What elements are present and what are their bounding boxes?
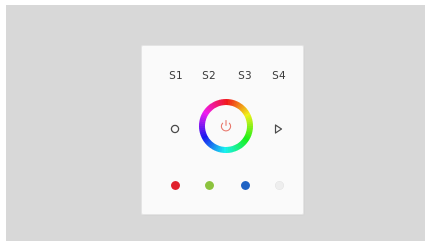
color-wheel-segment[interactable] (236, 143, 242, 150)
color-wheel-segment[interactable] (199, 129, 206, 133)
color-wheel-segment[interactable] (206, 140, 213, 147)
color-wheel-segment[interactable] (206, 105, 213, 112)
color-wheel-segment[interactable] (203, 137, 210, 144)
color-wheel-ring[interactable] (198, 98, 254, 154)
color-wheel-segment[interactable] (239, 105, 246, 112)
scene-button-s3[interactable]: S3 (233, 70, 257, 82)
color-wheel-segment[interactable] (212, 101, 218, 108)
color-wheel-segment[interactable] (214, 144, 219, 152)
color-wheel-segment[interactable] (240, 139, 247, 146)
color-wheel-segment[interactable] (219, 99, 223, 106)
color-wheel-segment[interactable] (210, 102, 216, 109)
color-wheel-segment[interactable] (232, 145, 238, 152)
color-wheel-segment[interactable] (214, 100, 220, 107)
color-wheel-segment[interactable] (199, 116, 207, 121)
color-wheel-segment[interactable] (205, 139, 212, 146)
color-wheel-segment[interactable] (200, 114, 208, 119)
color-wheel-segment[interactable] (218, 146, 223, 153)
color-wheel-segment[interactable] (236, 102, 242, 109)
color-wheel-segment[interactable] (205, 106, 212, 113)
color-wheel-segment[interactable] (246, 129, 253, 134)
photo-background: S1 S2 S3 S4 (6, 5, 425, 241)
color-wheel-segment[interactable] (202, 136, 209, 142)
color-wheel-segment[interactable] (245, 116, 253, 121)
color-wheel-segment[interactable] (201, 112, 208, 118)
color-wheel-segment[interactable] (243, 136, 250, 142)
color-wheel-segment[interactable] (237, 142, 244, 149)
color-wheel-segment[interactable] (245, 114, 252, 120)
color-wheel-segment[interactable] (238, 103, 244, 111)
color-wheel-segment[interactable] (234, 144, 240, 151)
color-wheel-segment[interactable] (241, 138, 249, 144)
color-wheel-segment[interactable] (234, 101, 240, 108)
color-wheel-segment[interactable] (202, 110, 209, 116)
color-wheel-svg[interactable] (198, 98, 254, 154)
color-wheel-segment[interactable] (233, 100, 238, 108)
color-wheel-segment[interactable] (246, 119, 253, 123)
color-wheel-segment[interactable] (244, 134, 251, 140)
color-wheel-segment[interactable] (244, 112, 251, 118)
green-color-button[interactable] (204, 180, 214, 190)
color-wheel-segment[interactable] (208, 103, 215, 110)
color-wheel-segment[interactable] (244, 133, 252, 138)
color-wheel-segment[interactable] (245, 131, 253, 136)
color-wheel-segment[interactable] (229, 99, 234, 106)
color-wheel-segment[interactable] (231, 99, 236, 107)
color-wheel-segment[interactable] (210, 143, 216, 150)
color-wheel-segment[interactable] (231, 145, 236, 153)
blue-color-button[interactable] (240, 180, 250, 190)
scene-button-s4[interactable]: S4 (267, 70, 291, 82)
color-wheel-segment[interactable] (229, 146, 233, 153)
color-wheel-segment[interactable] (203, 108, 211, 114)
color-wheel-segment[interactable] (242, 108, 249, 115)
color-wheel-segment[interactable] (240, 106, 247, 113)
color-wheel-segment[interactable] (212, 144, 218, 151)
color-wheel-segment[interactable] (216, 99, 221, 107)
color-wheel-segment[interactable] (201, 134, 208, 140)
color-wheel-segment[interactable] (200, 132, 207, 138)
scene-button-s1[interactable]: S1 (164, 70, 188, 82)
white-color-button[interactable] (274, 180, 284, 190)
color-wheel-segment[interactable] (199, 131, 207, 136)
color-wheel-segment[interactable] (199, 118, 206, 123)
color-wheel-segment[interactable] (208, 141, 214, 149)
circle-outline-icon[interactable] (168, 122, 182, 136)
color-wheel-segment[interactable] (243, 110, 250, 116)
color-wheel-segment[interactable] (216, 145, 221, 153)
scene-button-s2[interactable]: S2 (197, 70, 221, 82)
color-wheel-segment[interactable] (239, 140, 246, 147)
play-outline-icon[interactable] (271, 122, 285, 136)
red-color-button[interactable] (170, 180, 180, 190)
wall-control-panel: S1 S2 S3 S4 (142, 46, 303, 214)
